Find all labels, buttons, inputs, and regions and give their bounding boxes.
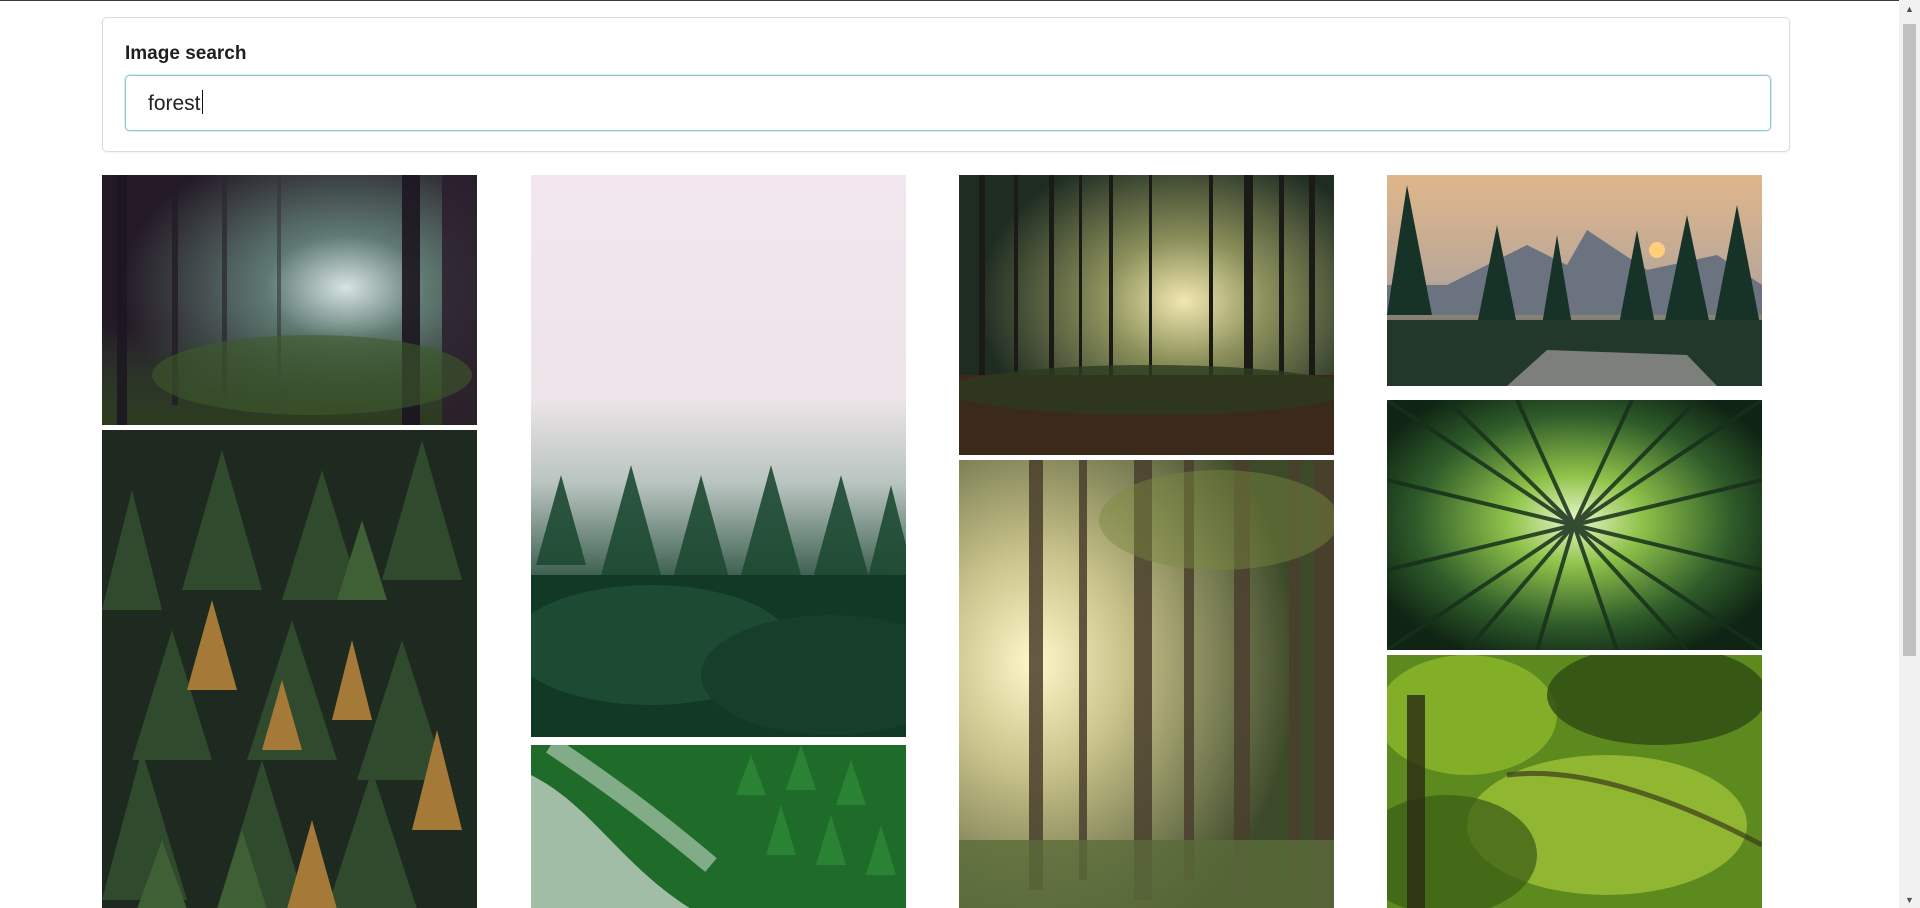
result-image-sunbeams-through-forest[interactable] [959, 460, 1334, 908]
search-panel: Image search forest [102, 17, 1790, 152]
page: Image search forest [0, 1, 1899, 908]
vertical-scrollbar[interactable]: ▲ ▼ [1899, 0, 1920, 908]
search-label: Image search [125, 43, 247, 64]
result-image-pine-trunks-sunlight[interactable] [959, 175, 1334, 455]
text-caret [201, 90, 203, 114]
result-image-lush-green-leaves[interactable] [1387, 655, 1762, 908]
result-image-mountain-sunset-pines[interactable] [1387, 175, 1762, 386]
search-input-value: forest [148, 90, 203, 115]
result-image-foggy-treeline-pink-sky[interactable] [531, 175, 906, 737]
search-input[interactable]: forest [125, 75, 1771, 131]
scrollbar-thumb[interactable] [1903, 24, 1916, 656]
result-image-bamboo-canopy-from-below[interactable] [1387, 400, 1762, 650]
result-image-green-pine-hillside-mist[interactable] [531, 745, 906, 908]
result-image-autumn-conifer-canopy[interactable] [102, 430, 477, 908]
result-image-misty-dark-forest[interactable] [102, 175, 477, 425]
scroll-up-arrow-icon[interactable]: ▲ [1899, 0, 1920, 17]
scroll-down-arrow-icon[interactable]: ▼ [1899, 891, 1920, 908]
